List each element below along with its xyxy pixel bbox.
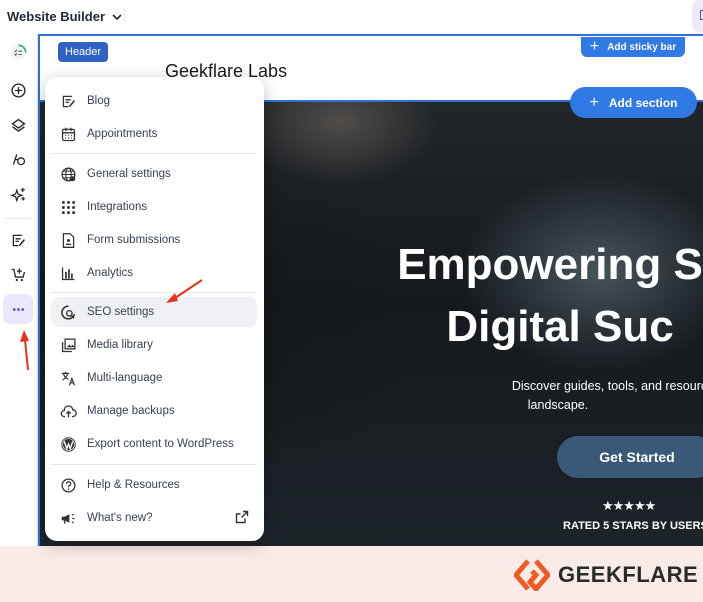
menu-item-label: Appointments xyxy=(87,128,158,140)
sidebar-item-site-styles[interactable] xyxy=(3,144,33,174)
menu-item-export-wordpress[interactable]: Export content to WordPress xyxy=(51,429,257,459)
menu-item-label: Manage backups xyxy=(87,405,175,417)
app-switcher-dropdown[interactable]: Website Builder xyxy=(7,9,123,24)
cart-add-icon xyxy=(11,268,25,281)
calendar-icon xyxy=(59,125,77,143)
add-section-label: Add section xyxy=(608,95,678,110)
preview-button[interactable] xyxy=(692,0,703,32)
menu-item-label: Export content to WordPress xyxy=(87,438,234,450)
help-circle-icon xyxy=(59,476,77,494)
wordpress-icon xyxy=(59,435,77,453)
palette-icon xyxy=(12,153,25,165)
menu-item-analytics[interactable]: Analytics xyxy=(51,258,257,288)
external-link-icon xyxy=(235,510,249,524)
brand-name: GEEKFLARE xyxy=(558,562,699,587)
sparkle-icon xyxy=(9,187,25,202)
plus-icon: + xyxy=(589,93,599,111)
sidebar-item-progress-checklist[interactable] xyxy=(3,37,33,67)
more-dots-icon xyxy=(12,307,24,311)
geekflare-logo-icon xyxy=(514,559,550,591)
top-bar: Website Builder xyxy=(0,0,703,34)
menu-item-appointments[interactable]: Appointments xyxy=(51,119,257,149)
menu-item-label: General settings xyxy=(87,168,171,180)
menu-item-integrations[interactable]: Integrations xyxy=(51,192,257,222)
more-options-menu: Blog Appointments General settings Integ… xyxy=(45,77,264,541)
add-section-button[interactable]: + Add section xyxy=(570,87,697,118)
plus-circle-icon xyxy=(10,82,26,98)
menu-item-general-settings[interactable]: General settings xyxy=(51,159,257,189)
app-title: Website Builder xyxy=(7,9,106,24)
menu-item-label: What's new? xyxy=(87,512,153,524)
menu-item-label: Help & Resources xyxy=(87,479,180,491)
menu-item-label: SEO settings xyxy=(87,306,155,318)
globe-settings-icon xyxy=(59,165,77,183)
geekflare-logo: GEEKFLARE xyxy=(514,559,698,591)
sidebar-item-more[interactable] xyxy=(3,294,33,324)
sidebar-item-blog[interactable] xyxy=(3,225,33,255)
menu-item-manage-backups[interactable]: Manage backups xyxy=(51,396,257,426)
menu-item-seo-settings[interactable]: SEO settings xyxy=(51,297,257,327)
topbar-divider xyxy=(124,7,125,25)
menu-item-label: Multi-language xyxy=(87,372,163,384)
website-builder-screen: Website Builder Header Geekflare Labs + … xyxy=(0,0,703,602)
hero-title-line-2: Digital Suc xyxy=(446,302,674,351)
menu-divider xyxy=(51,153,257,154)
sidebar-divider xyxy=(5,218,31,219)
menu-item-blog[interactable]: Blog xyxy=(51,86,257,116)
hero-subtitle-line-2: landscape. xyxy=(527,398,589,412)
rating-text: RATED 5 STARS BY USERS xyxy=(563,520,703,532)
add-sticky-bar-label: Add sticky bar xyxy=(607,41,677,53)
chevron-down-icon xyxy=(112,13,122,20)
menu-item-label: Media library xyxy=(87,339,153,351)
blog-edit-icon xyxy=(59,92,77,110)
hero-title[interactable]: Empowering S Digital Suc xyxy=(340,234,703,358)
hero-subtitle[interactable]: Discover guides, tools, and resources to… xyxy=(450,377,703,415)
form-icon xyxy=(59,231,77,249)
menu-item-multi-language[interactable]: Multi-language xyxy=(51,363,257,393)
layers-icon xyxy=(10,118,26,132)
rating-stars: ★★★★★ xyxy=(602,498,656,513)
menu-item-media-library[interactable]: Media library xyxy=(51,330,257,360)
megaphone-icon xyxy=(59,509,77,527)
left-sidebar xyxy=(0,34,38,546)
get-started-button[interactable]: Get Started xyxy=(557,436,703,478)
menu-item-label: Form submissions xyxy=(87,234,181,246)
grid-dots-icon xyxy=(59,198,77,216)
plus-icon: + xyxy=(589,38,600,55)
menu-item-label: Integrations xyxy=(87,201,148,213)
seo-search-icon xyxy=(59,303,77,321)
hero-subtitle-line-1: Discover guides, tools, and resources to… xyxy=(511,379,703,393)
sidebar-item-add-element[interactable] xyxy=(3,75,33,105)
menu-item-form-submissions[interactable]: Form submissions xyxy=(51,225,257,255)
menu-divider xyxy=(51,292,257,293)
blog-edit-icon xyxy=(12,234,25,246)
menu-divider xyxy=(51,464,257,465)
media-library-icon xyxy=(59,336,77,354)
bar-chart-icon xyxy=(59,264,77,282)
sidebar-item-ai-tools[interactable] xyxy=(3,179,33,209)
menu-item-whats-new[interactable]: What's new? xyxy=(51,503,257,533)
sidebar-item-store[interactable] xyxy=(3,259,33,289)
checklist-progress-icon xyxy=(10,43,27,60)
header-section-tag[interactable]: Header xyxy=(58,42,109,62)
menu-item-label: Analytics xyxy=(87,267,134,279)
sidebar-item-layers[interactable] xyxy=(3,110,33,140)
footer-branding: GEEKFLARE xyxy=(0,546,703,602)
add-sticky-bar-button[interactable]: + Add sticky bar xyxy=(581,37,685,57)
cloud-upload-icon xyxy=(59,402,77,420)
hero-title-line-1: Empowering S xyxy=(397,240,703,289)
menu-item-help-resources[interactable]: Help & Resources xyxy=(51,470,257,500)
menu-item-label: Blog xyxy=(87,95,111,107)
translate-icon xyxy=(59,369,77,387)
